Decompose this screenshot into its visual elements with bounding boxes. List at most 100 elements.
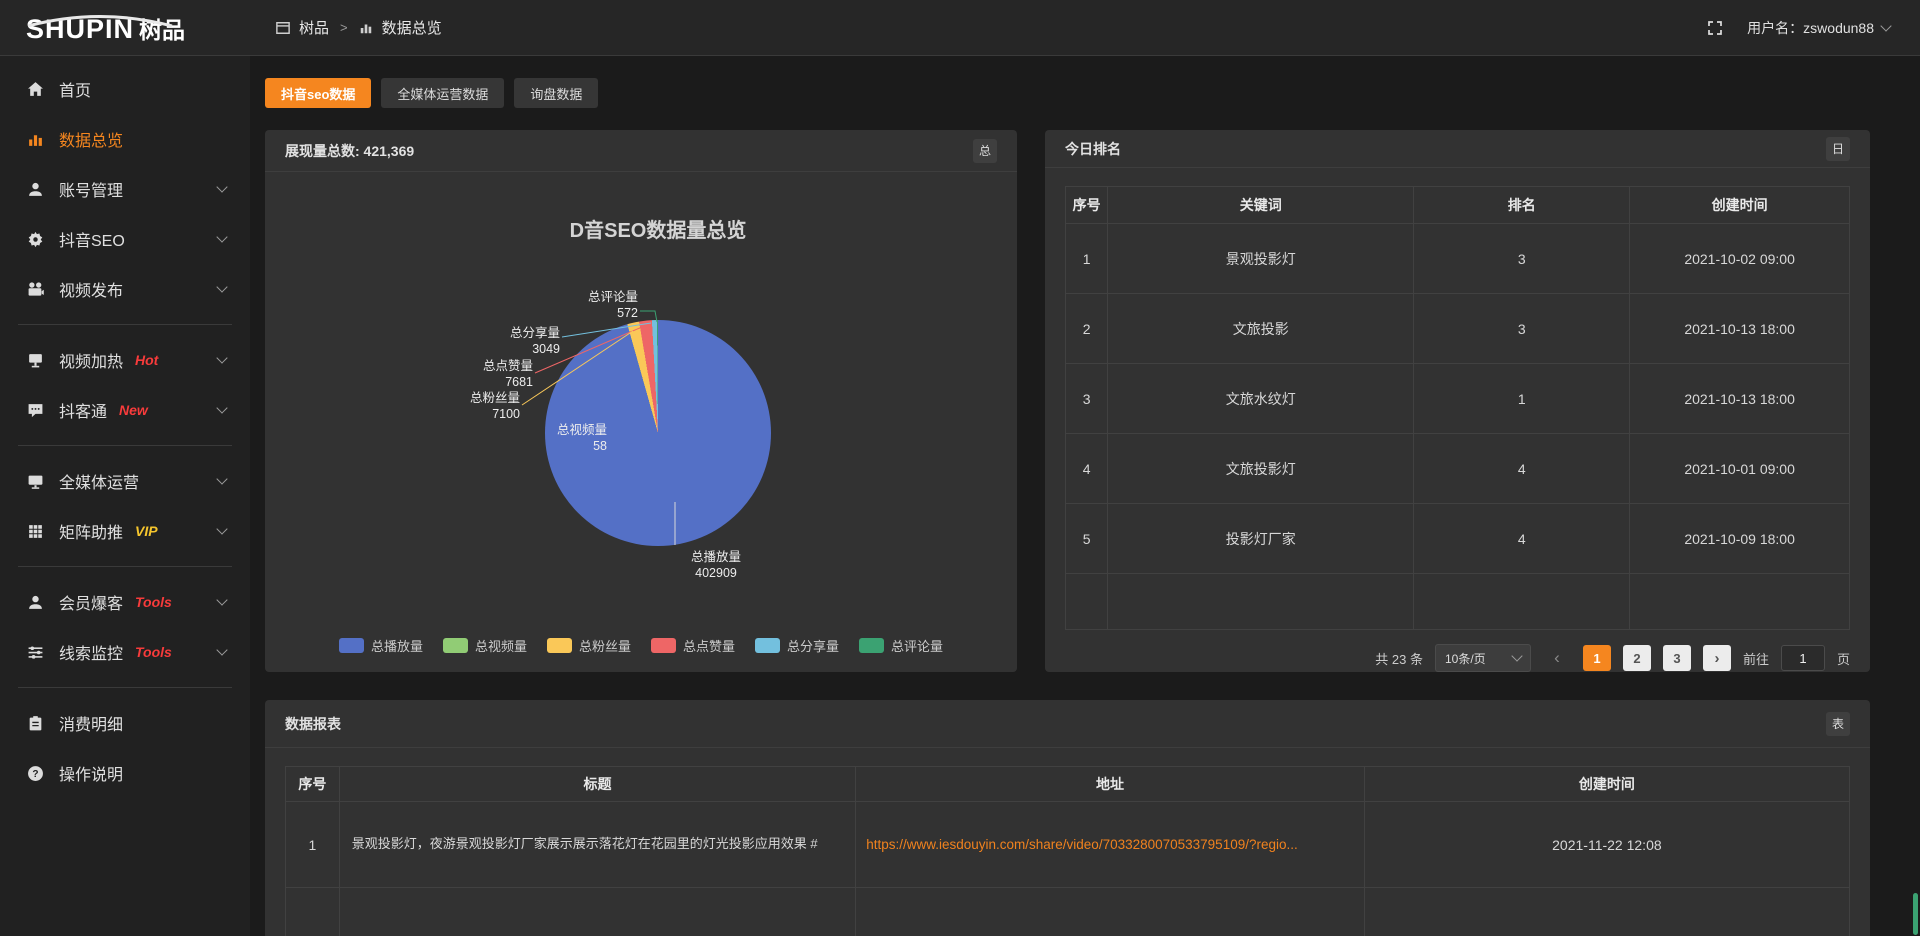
pie-label-videos: 总视频量58: [535, 422, 607, 455]
legend-swatch: [443, 638, 468, 653]
sidebar-item-data-overview[interactable]: 数据总览: [0, 114, 250, 164]
legend-swatch: [859, 638, 884, 653]
person-icon: [27, 594, 44, 611]
sidebar-item-video-heat[interactable]: 视频加热 Hot: [0, 335, 250, 385]
clipboard-icon: [27, 715, 44, 732]
vip-badge: VIP: [135, 523, 158, 539]
legend-item-shares[interactable]: 总分享量: [755, 636, 839, 655]
sidebar-item-media-operation[interactable]: 全媒体运营: [0, 456, 250, 506]
sliders-icon: [27, 644, 44, 661]
table-row-empty: [1065, 574, 1850, 630]
bar-chart-icon: [27, 131, 44, 148]
sidebar-item-douyin-seo[interactable]: 抖音SEO: [0, 214, 250, 264]
pie-label-shares: 总分享量3049: [488, 325, 560, 358]
scrollbar-thumb[interactable]: [1913, 893, 1918, 935]
legend-item-likes[interactable]: 总点赞量: [651, 636, 735, 655]
chevron-down-icon: [216, 523, 227, 534]
sidebar-item-doukeotong[interactable]: 抖客通 New: [0, 385, 250, 435]
sidebar-item-matrix-boost[interactable]: 矩阵助推 VIP: [0, 506, 250, 556]
page-size-select[interactable]: 10条/页: [1435, 644, 1531, 672]
overview-total-label: 展现量总数: 421,369: [285, 141, 414, 161]
sidebar-item-consumption[interactable]: 消费明细: [0, 698, 250, 748]
page-button-3[interactable]: 3: [1663, 645, 1691, 671]
tab-media-operation[interactable]: 全媒体运营数据: [381, 78, 504, 108]
total-toggle-button[interactable]: 总: [973, 139, 997, 163]
home-icon: [27, 81, 44, 98]
breadcrumb: 树品 > 数据总览: [276, 17, 442, 38]
legend-swatch: [339, 638, 364, 653]
sidebar-item-label: 首页: [59, 77, 91, 101]
legend-swatch: [651, 638, 676, 653]
goto-unit-label: 页: [1837, 649, 1850, 668]
logo-arc-icon: [24, 14, 176, 32]
tab-inquiry[interactable]: 询盘数据: [514, 78, 598, 108]
table-row: 5 投影灯厂家 4 2021-10-09 18:00: [1065, 504, 1850, 574]
report-card-title: 数据报表: [285, 714, 341, 734]
chat-bubble-icon: [27, 402, 44, 419]
sidebar-item-account[interactable]: 账号管理: [0, 164, 250, 214]
tab-douyin-seo[interactable]: 抖音seo数据: [265, 78, 371, 108]
total-count-label: 共 23 条: [1375, 649, 1423, 668]
sidebar-item-video-publish[interactable]: 视频发布: [0, 264, 250, 314]
legend-swatch: [547, 638, 572, 653]
fullscreen-icon[interactable]: [1707, 20, 1723, 36]
chevron-down-icon: [216, 231, 227, 242]
monitor-icon: [27, 473, 44, 490]
chevron-down-icon: [216, 594, 227, 605]
app-logo: SHUPIN 树品: [0, 11, 250, 45]
user-icon: [27, 181, 44, 198]
sidebar-item-label: 会员爆客: [59, 590, 123, 614]
pie-chart-area: D音SEO数据量总览 总评论量572 总分享量3049: [265, 172, 1017, 671]
pie-label-fans: 总粉丝量7100: [448, 390, 520, 423]
legend-item-plays[interactable]: 总播放量: [339, 636, 423, 655]
sidebar: 首页 数据总览 账号管理 抖音SEO 视频发布 视频加热 Hot: [0, 56, 250, 936]
table-toggle-button[interactable]: 表: [1826, 712, 1850, 736]
next-page-button[interactable]: ›: [1703, 645, 1731, 671]
grid-icon: [27, 523, 44, 540]
sidebar-item-label: 账号管理: [59, 177, 123, 201]
chevron-down-icon: [216, 473, 227, 484]
table-header-row: 序号 关键词 排名 创建时间: [1065, 186, 1850, 224]
new-badge: New: [119, 402, 148, 418]
page-button-1[interactable]: 1: [1583, 645, 1611, 671]
legend-item-videos[interactable]: 总视频量: [443, 636, 527, 655]
table-row: 2 文旅投影 3 2021-10-13 18:00: [1065, 294, 1850, 364]
sidebar-item-label: 全媒体运营: [59, 469, 139, 493]
chevron-down-icon: [216, 644, 227, 655]
goto-page-input[interactable]: [1781, 645, 1825, 671]
main-content: 抖音seo数据 全媒体运营数据 询盘数据 展现量总数: 421,369 总 D音…: [250, 56, 1920, 936]
sidebar-item-label: 矩阵助推: [59, 519, 123, 543]
sidebar-item-label: 视频加热: [59, 348, 123, 372]
sidebar-item-clue-monitor[interactable]: 线索监控 Tools: [0, 627, 250, 677]
username-label: 用户名：zswodun88: [1747, 18, 1874, 38]
legend-item-fans[interactable]: 总粉丝量: [547, 636, 631, 655]
sidebar-item-label: 抖音SEO: [59, 227, 125, 251]
sidebar-divider: [18, 445, 232, 446]
sidebar-item-instructions[interactable]: ? 操作说明: [0, 748, 250, 798]
chevron-down-icon: [1880, 20, 1891, 31]
question-circle-icon: ?: [27, 765, 44, 782]
report-table: 序号 标题 地址 创建时间 1 景观投影灯，夜游景观投影灯厂家展示展示落花灯在花…: [285, 766, 1850, 936]
table-row-partial: [285, 888, 1850, 936]
sidebar-divider: [18, 687, 232, 688]
sidebar-item-member-tools[interactable]: 会员爆客 Tools: [0, 577, 250, 627]
pie-label-likes: 总点赞量7681: [461, 358, 533, 391]
top-header: SHUPIN 树品 树品 > 数据总览 用户名：zswodun88: [0, 0, 1920, 56]
chart-legend: 总播放量 总视频量 总粉丝量 总点赞量 总分享量 总评论量: [265, 636, 1017, 655]
daily-toggle-button[interactable]: 日: [1826, 137, 1850, 161]
sidebar-item-home[interactable]: 首页: [0, 64, 250, 114]
breadcrumb-root[interactable]: 树品: [299, 17, 329, 38]
video-link[interactable]: https://www.iesdouyin.com/share/video/70…: [866, 837, 1298, 852]
screen-board-icon: [27, 352, 44, 369]
user-menu[interactable]: 用户名：zswodun88: [1747, 18, 1890, 38]
breadcrumb-current: 数据总览: [382, 17, 442, 38]
page-button-2[interactable]: 2: [1623, 645, 1651, 671]
table-row: 4 文旅投影灯 4 2021-10-01 09:00: [1065, 434, 1850, 504]
legend-swatch: [755, 638, 780, 653]
legend-item-comments[interactable]: 总评论量: [859, 636, 943, 655]
prev-page-button[interactable]: ‹: [1543, 645, 1571, 671]
sidebar-item-label: 线索监控: [59, 640, 123, 664]
video-title-cell: 景观投影灯，夜游景观投影灯厂家展示展示落花灯在花园里的灯光投影应用效果 #: [340, 802, 856, 887]
table-row: 3 文旅水纹灯 1 2021-10-13 18:00: [1065, 364, 1850, 434]
table-header-row: 序号 标题 地址 创建时间: [285, 766, 1850, 802]
